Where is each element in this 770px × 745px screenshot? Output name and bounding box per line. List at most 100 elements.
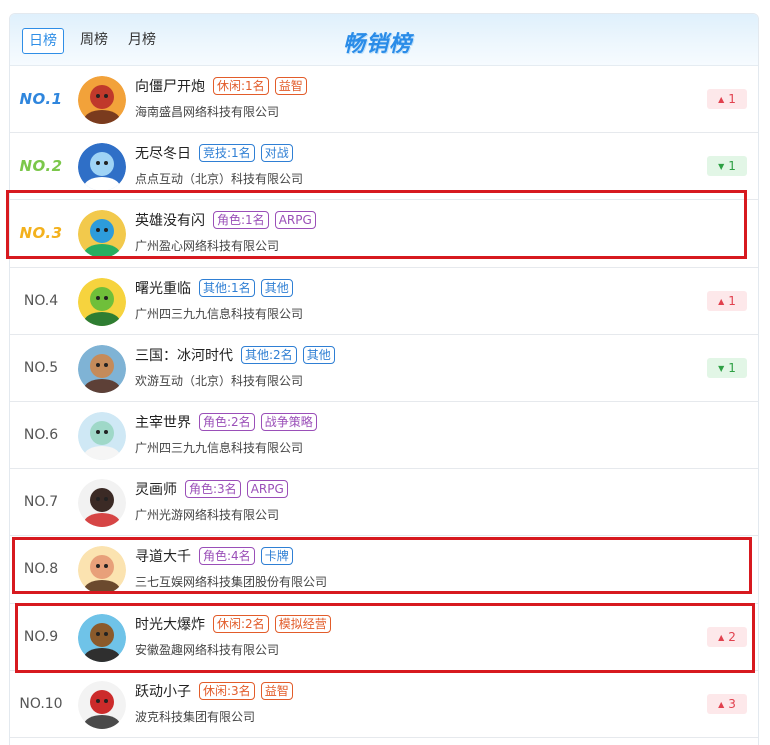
arrow-up-icon: ▲	[718, 95, 725, 104]
rank-change-value: 1	[728, 293, 736, 308]
rank-number: NO.2	[19, 157, 63, 176]
name-line: 时光大爆炸 休闲:2名 模拟经营	[135, 614, 337, 634]
game-avatar-caveman[interactable]	[78, 613, 126, 662]
arrow-up-icon: ▲	[718, 699, 725, 709]
tab-weekly[interactable]: 周榜	[74, 28, 114, 54]
genre-tag[interactable]: 对战	[260, 144, 293, 163]
company-name: 广州四三九九信息科技有限公司	[135, 306, 304, 321]
game-avatar-hero[interactable]	[78, 210, 126, 259]
game-name[interactable]: 跃动小子	[135, 681, 191, 701]
company-name: 海南盛昌网络科技有限公司	[135, 105, 280, 119]
rank-number: NO.6	[23, 427, 59, 444]
game-name[interactable]: 向僵尸开炮	[135, 76, 205, 96]
company-name: 广州盈心网络科技有限公司	[135, 239, 280, 254]
game-name[interactable]: 寻道大千	[135, 546, 191, 566]
category-rank-tag[interactable]: 休闲:3名	[199, 681, 255, 700]
ranking-row[interactable]: NO.5 三国：冰河时代 其他:2名 其他 欢游互动（北京）科技有限公司 ▼ 1	[10, 335, 758, 402]
game-avatar-globe[interactable]	[78, 143, 126, 192]
name-line: 无尽冬日 竞技:1名 对战	[135, 143, 299, 163]
rank-change-value: 3	[728, 696, 736, 711]
category-rank-tag[interactable]: 角色:1名	[213, 211, 269, 230]
rank-number: NO.7	[23, 494, 59, 511]
ranking-row[interactable]: NO.2 无尽冬日 竞技:1名 对战点点互动（北京）科技有限公司 ▼ 1	[10, 133, 758, 201]
game-avatar-monk[interactable]	[78, 546, 126, 595]
arrow-up-icon: ▲	[718, 632, 725, 642]
rank-change-badge: ▲ 1	[707, 290, 747, 311]
ranking-row[interactable]: NO.9 时光大爆炸 休闲:2名 模拟经营安徽盈趣网络科技有限公司 ▲ 2	[10, 604, 758, 671]
arrow-up-icon: ▲	[718, 296, 725, 306]
game-name[interactable]: 三国：冰河时代	[135, 345, 233, 365]
category-rank-tag[interactable]: 角色:4名	[199, 547, 255, 566]
name-line: 寻道大千 角色:4名 卡牌	[135, 546, 299, 566]
name-line: 主宰世界 角色:2名 战争策略	[135, 412, 323, 432]
name-line: 英雄没有闪 角色:1名 ARPG	[135, 210, 322, 230]
game-avatar-painter[interactable]	[78, 479, 126, 528]
game-name[interactable]: 灵画师	[135, 479, 177, 499]
game-name[interactable]: 时光大爆炸	[135, 614, 205, 634]
category-rank-tag[interactable]: 竞技:1名	[199, 144, 255, 163]
rank-number: NO.3	[19, 224, 63, 243]
category-rank-tag[interactable]: 休闲:2名	[213, 614, 269, 633]
rank-change-value: 2	[728, 629, 736, 644]
arrow-down-icon: ▼	[718, 363, 725, 373]
rank-number: NO.9	[23, 628, 59, 645]
rank-number: NO.10	[19, 695, 63, 712]
ranking-row[interactable]: NO.4 曙光重临 其他:1名 其他 广州四三九九信息科技有限公司 ▲ 1	[10, 268, 758, 335]
category-rank-tag[interactable]: 休闲:1名	[213, 77, 269, 95]
game-avatar-elf[interactable]	[78, 411, 126, 460]
company-name: 波克科技集团有限公司	[135, 709, 256, 724]
ranking-row[interactable]: NO.10 跃动小子 休闲:3名 益智 波克科技集团有限公司 ▲ 3	[10, 671, 758, 738]
game-avatar-warrior[interactable]	[78, 76, 126, 124]
name-line: 灵画师 角色:3名 ARPG	[135, 479, 294, 499]
ranking-row[interactable]: NO.6 主宰世界 角色:2名 战争策略广州四三九九信息科技有限公司	[10, 402, 758, 470]
genre-tag[interactable]: 其他	[302, 345, 335, 364]
category-rank-tag[interactable]: 角色:3名	[185, 480, 241, 499]
rank-change-value: 1	[728, 92, 736, 106]
game-name[interactable]: 主宰世界	[135, 412, 191, 432]
name-line: 三国：冰河时代 其他:2名 其他	[135, 345, 341, 365]
rank-change-badge: ▲ 2	[707, 626, 747, 647]
ranking-row[interactable]: NO.3 英雄没有闪 角色:1名 ARPG 广州盈心网络科技有限公司	[10, 200, 758, 268]
company-name: 三七互娱网络科技集团股份有限公司	[135, 575, 328, 590]
name-line: 跃动小子 休闲:3名 益智	[135, 681, 299, 701]
tab-daily[interactable]: 日榜	[22, 28, 64, 54]
bestseller-panel: 日榜 周榜 月榜 畅销榜 NO.1 向僵尸开炮 休闲:1名 益智 海南盛昌网络科技有限公…	[9, 13, 759, 745]
company-name: 广州四三九九信息科技有限公司	[135, 440, 304, 455]
genre-tag[interactable]: 益智	[274, 77, 307, 95]
game-name[interactable]: 英雄没有闪	[135, 210, 205, 230]
ranking-row[interactable]: NO.8 寻道大千 角色:4名 卡牌三七互娱网络科技集团股份有限公司	[10, 536, 758, 604]
rank-number: NO.8	[23, 561, 59, 578]
game-avatar-spartan[interactable]	[78, 680, 126, 729]
genre-tag[interactable]: 益智	[260, 681, 293, 700]
rank-change-badge: ▼ 1	[707, 156, 747, 177]
name-line: 曙光重临 其他:1名 其他	[135, 278, 299, 298]
genre-tag[interactable]: 其他	[260, 278, 293, 297]
game-avatar-general[interactable]	[78, 344, 126, 393]
genre-tag[interactable]: 战争策略	[260, 412, 317, 431]
tab-monthly[interactable]: 月榜	[122, 28, 162, 54]
ranking-row[interactable]: NO.1 向僵尸开炮 休闲:1名 益智 海南盛昌网络科技有限公司 ▲ 1	[10, 66, 758, 134]
name-line: 向僵尸开炮 休闲:1名 益智	[135, 76, 313, 96]
genre-tag[interactable]: ARPG	[274, 211, 316, 230]
rank-change-value: 1	[728, 159, 736, 174]
category-rank-tag[interactable]: 其他:1名	[199, 278, 255, 297]
arrow-down-icon: ▼	[718, 162, 725, 172]
game-name[interactable]: 无尽冬日	[135, 143, 191, 163]
rank-change-badge: ▼ 1	[707, 357, 747, 378]
company-name: 广州光游网络科技有限公司	[135, 508, 280, 523]
ranking-list: NO.1 向僵尸开炮 休闲:1名 益智 海南盛昌网络科技有限公司 ▲ 1 NO.2 无尽冬日 竞技…	[10, 66, 758, 738]
ranking-row[interactable]: NO.7 灵画师 角色:3名 ARPG 广州光游网络科技有限公司	[10, 469, 758, 537]
page-title: 畅销榜	[343, 32, 413, 57]
rank-change-badge: ▲ 3	[707, 693, 747, 714]
genre-tag[interactable]: 模拟经营	[274, 614, 331, 633]
rank-change-badge: ▲ 1	[707, 89, 747, 109]
company-name: 安徽盈趣网络科技有限公司	[135, 642, 280, 657]
genre-tag[interactable]: ARPG	[246, 480, 288, 499]
category-rank-tag[interactable]: 角色:2名	[199, 412, 255, 431]
game-name[interactable]: 曙光重临	[135, 278, 191, 298]
company-name: 点点互动（北京）科技有限公司	[135, 172, 304, 187]
category-rank-tag[interactable]: 其他:2名	[241, 345, 297, 364]
rank-change-value: 1	[728, 360, 736, 375]
genre-tag[interactable]: 卡牌	[260, 547, 293, 566]
game-avatar-goblin[interactable]	[78, 277, 126, 326]
